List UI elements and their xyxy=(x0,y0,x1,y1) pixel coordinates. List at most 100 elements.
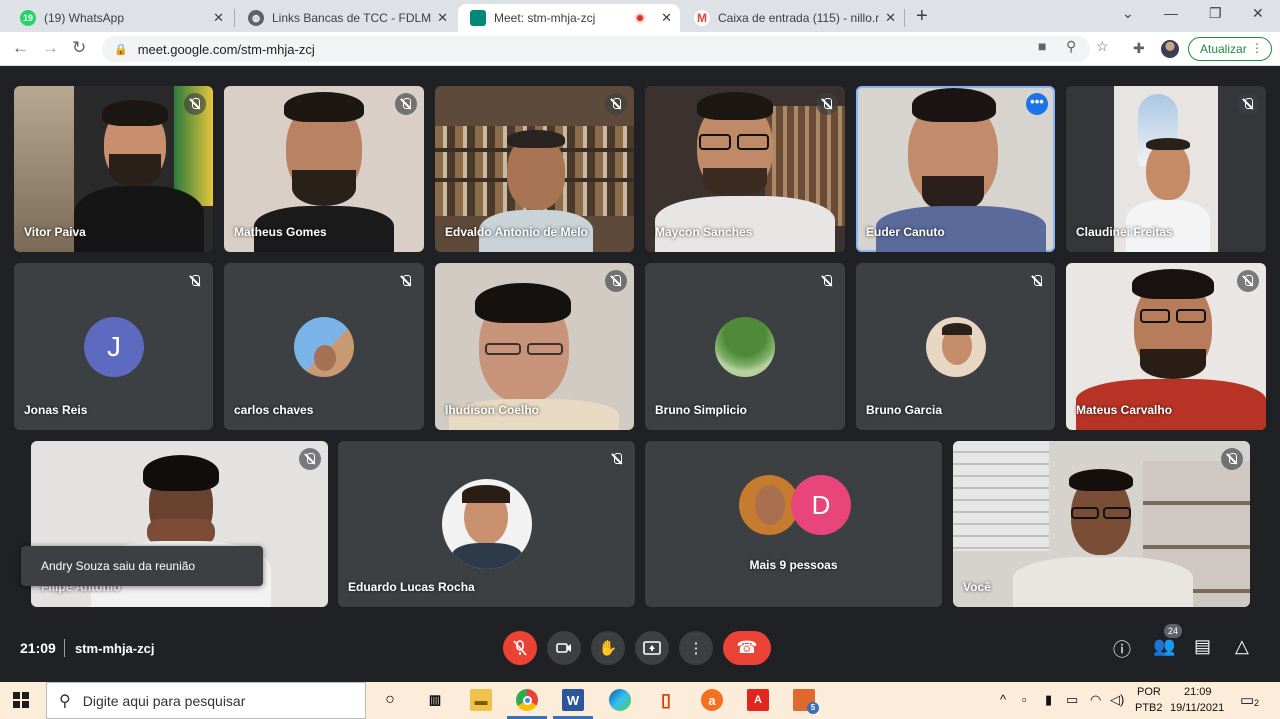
mic-off-icon xyxy=(184,270,206,292)
participant-tile-claudinei[interactable]: Claudinei Freitas xyxy=(1066,86,1266,252)
camera-indicator-icon[interactable]: ■ xyxy=(1038,38,1046,54)
recording-icon xyxy=(635,13,646,23)
camera-icon xyxy=(556,643,571,653)
avatar: J xyxy=(84,317,144,377)
close-tab-icon[interactable]: ✕ xyxy=(213,10,224,26)
avatar: D xyxy=(791,475,851,535)
tab-search-icon[interactable]: ⌄ xyxy=(1122,5,1134,22)
participant-name: Claudinei Freitas xyxy=(1076,225,1173,239)
forward-icon[interactable]: → xyxy=(42,38,59,58)
office-icon[interactable]: ▯ xyxy=(655,689,677,711)
present-screen-icon xyxy=(643,641,661,655)
participant-tile-edvaldo[interactable]: Edvaldo Antonio de Melo xyxy=(435,86,634,252)
participant-tile-more-people[interactable]: D Mais 9 pessoas xyxy=(645,441,942,607)
mic-off-icon xyxy=(395,270,417,292)
close-tab-icon[interactable]: ✕ xyxy=(661,10,672,26)
participant-tile-bruno-garcia[interactable]: Bruno Garcia xyxy=(856,263,1055,430)
raise-hand-button[interactable]: ✋ xyxy=(591,631,625,665)
mic-off-button[interactable] xyxy=(503,631,537,665)
notifications-icon[interactable]: ▭ xyxy=(1240,691,1254,709)
browser-tab-bar: 19 (19) WhatsApp ✕ ◍ Links Bancas de TCC… xyxy=(0,0,1280,32)
chat-icon[interactable]: ▤ xyxy=(1194,636,1211,657)
clock-date[interactable]: 19/11/2021 xyxy=(1170,702,1224,714)
activities-icon[interactable]: △ xyxy=(1235,636,1249,657)
participant-tile-vitor-paiva[interactable]: Vitor Paiva xyxy=(14,86,213,252)
reload-icon[interactable]: ↻ xyxy=(72,38,86,58)
new-tab-button[interactable]: + xyxy=(916,5,928,28)
volume-icon[interactable]: ◁) xyxy=(1110,692,1124,708)
update-button[interactable]: Atualizar ⋮ xyxy=(1188,37,1272,61)
language-code[interactable]: POR xyxy=(1137,686,1161,698)
tab-title: (19) WhatsApp xyxy=(44,11,125,25)
minimize-icon[interactable]: — xyxy=(1164,5,1178,21)
tab-gmail[interactable]: M Caixa de entrada (115) - nillo.net ✕ xyxy=(682,4,904,32)
participant-count-badge: 24 xyxy=(1164,624,1182,638)
back-icon[interactable]: ← xyxy=(12,38,29,58)
acrobat-icon[interactable]: A xyxy=(747,689,769,711)
participant-name: Edvaldo Antonio de Melo xyxy=(445,225,588,239)
participant-tile-carlos-chaves[interactable]: carlos chaves xyxy=(224,263,424,430)
clock-time[interactable]: 21:09 xyxy=(1184,686,1212,698)
word-icon[interactable]: W xyxy=(562,689,584,711)
participant-tile-maycon-sanches[interactable]: Maycon Sanches xyxy=(645,86,845,252)
participant-name: Jonas Reis xyxy=(24,403,88,417)
notification-toast: Andry Souza saiu da reunião xyxy=(21,546,263,586)
tab-title: Links Bancas de TCC - FDLM 202 xyxy=(272,11,432,25)
file-explorer-icon[interactable]: ▬ xyxy=(470,689,492,711)
participant-name: Mateus Carvalho xyxy=(1076,403,1173,417)
keyboard-layout[interactable]: PTB2 xyxy=(1135,702,1163,714)
profile-avatar[interactable] xyxy=(1161,40,1179,58)
cortana-icon[interactable]: ○ xyxy=(379,689,401,711)
device-icon[interactable]: ▫ xyxy=(1022,692,1027,707)
lock-icon: 🔒 xyxy=(114,43,128,56)
mic-off-icon xyxy=(1237,93,1259,115)
meeting-controls-bar: 21:09 stm-mhja-zcj ✋ ⋮ ☎ ⓘ 👥 24 ▤ △ xyxy=(0,622,1280,682)
participant-tile-euder-canuto[interactable]: ••• Euder Canuto xyxy=(856,86,1055,252)
menu-dots-icon[interactable]: ⋮ xyxy=(1251,41,1263,55)
present-button[interactable] xyxy=(635,631,669,665)
extensions-icon[interactable]: ✚ xyxy=(1133,40,1145,57)
tab-whatsapp[interactable]: 19 (19) WhatsApp ✕ xyxy=(8,4,232,32)
bookmark-star-icon[interactable]: ☆ xyxy=(1096,38,1109,55)
close-tab-icon[interactable]: ✕ xyxy=(437,10,448,26)
participant-tile-matheus-gomes[interactable]: Matheus Gomes xyxy=(224,86,424,252)
participant-name: Vitor Paiva xyxy=(24,225,86,239)
participant-name: Bruno Simplicio xyxy=(655,403,748,417)
participant-tile-eduardo-lucas-rocha[interactable]: Eduardo Lucas Rocha xyxy=(338,441,635,607)
close-tab-icon[interactable]: ✕ xyxy=(885,10,896,26)
chrome-icon[interactable] xyxy=(516,689,538,711)
edge-icon[interactable] xyxy=(609,689,631,711)
taskbar-search-input[interactable]: ⚲ Digite aqui para pesquisar xyxy=(46,682,366,719)
maximize-icon[interactable]: ❐ xyxy=(1209,5,1222,22)
more-options-button[interactable]: ⋮ xyxy=(679,631,713,665)
meeting-details-icon[interactable]: ⓘ xyxy=(1113,636,1131,662)
task-view-icon[interactable]: ▥ xyxy=(424,689,446,711)
participant-tile-bruno-simplicio[interactable]: Bruno Simplicio xyxy=(645,263,845,430)
participant-tile-ihudison[interactable]: Ihudison Coelho xyxy=(435,263,634,430)
zoom-icon[interactable]: ⚲ xyxy=(1066,38,1076,55)
avast-icon[interactable]: a xyxy=(701,689,723,711)
people-icon[interactable]: 👥 xyxy=(1153,636,1175,657)
close-window-icon[interactable]: ✕ xyxy=(1252,5,1264,22)
windows-start-icon[interactable] xyxy=(13,692,29,708)
show-hidden-icons-icon[interactable]: ^ xyxy=(1000,692,1006,707)
wifi-icon[interactable]: ◠ xyxy=(1090,692,1101,708)
more-vert-icon: ⋮ xyxy=(688,640,704,657)
battery-icon[interactable]: ▭ xyxy=(1066,692,1078,708)
address-bar: ← → ↻ 🔒 meet.google.com/stm-mhja-zcj ■ ⚲… xyxy=(0,32,1280,66)
app-icon[interactable]: 5 xyxy=(793,689,819,714)
tab-links-bancas[interactable]: ◍ Links Bancas de TCC - FDLM 202 ✕ xyxy=(236,4,456,32)
microphone-icon[interactable]: ▮ xyxy=(1045,692,1052,708)
url-field[interactable]: 🔒 meet.google.com/stm-mhja-zcj xyxy=(102,36,1090,62)
participant-tile-self[interactable]: Você xyxy=(953,441,1250,607)
hand-icon: ✋ xyxy=(598,640,618,657)
participant-tile-mateus-carvalho[interactable]: Mateus Carvalho xyxy=(1066,263,1266,430)
more-options-icon[interactable]: ••• xyxy=(1026,93,1048,115)
tab-meet[interactable]: Meet: stm-mhja-zcj ✕ xyxy=(458,4,680,32)
avatar xyxy=(442,479,532,569)
participant-tile-jonas-reis[interactable]: J Jonas Reis xyxy=(14,263,213,430)
divider xyxy=(64,639,65,657)
end-call-button[interactable]: ☎ xyxy=(723,631,771,665)
camera-button[interactable] xyxy=(547,631,581,665)
mic-off-icon xyxy=(605,270,627,292)
